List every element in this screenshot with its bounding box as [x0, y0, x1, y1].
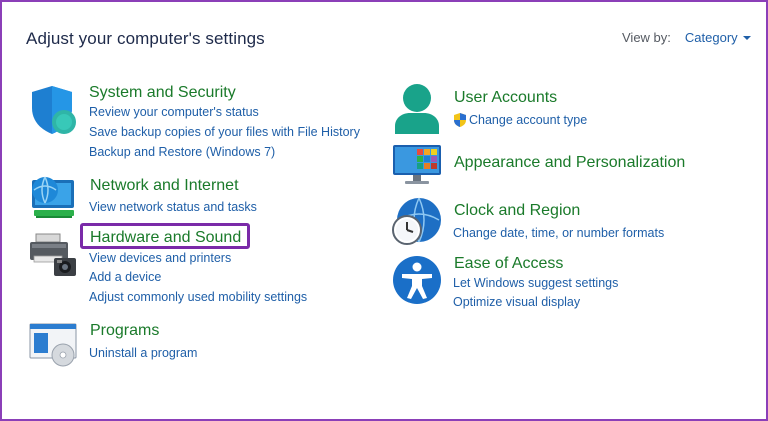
optimize-display-link[interactable]: Optimize visual display — [453, 295, 580, 309]
appearance-monitor-icon[interactable] — [391, 143, 443, 187]
suggest-settings-link[interactable]: Let Windows suggest settings — [453, 276, 618, 290]
date-time-formats-link[interactable]: Change date, time, or number formats — [453, 226, 664, 240]
uac-shield-icon — [453, 112, 467, 128]
appearance-title[interactable]: Appearance and Personalization — [454, 154, 685, 172]
chevron-down-icon — [742, 36, 751, 40]
network-globe-icon[interactable] — [28, 172, 78, 222]
clock-region-title[interactable]: Clock and Region — [454, 202, 580, 220]
control-panel-window: Adjust your computer's settings View by:… — [0, 0, 768, 421]
page-title: Adjust your computer's settings — [26, 29, 265, 48]
user-icon[interactable] — [392, 82, 442, 134]
devices-printers-link[interactable]: View devices and printers — [89, 251, 231, 265]
programs-title[interactable]: Programs — [90, 322, 159, 340]
view-by-dropdown[interactable]: Category — [685, 30, 751, 45]
ease-access-title[interactable]: Ease of Access — [454, 255, 563, 273]
uninstall-program-link[interactable]: Uninstall a program — [89, 346, 197, 360]
backup-restore-link[interactable]: Backup and Restore (Windows 7) — [89, 145, 275, 159]
add-device-link[interactable]: Add a device — [89, 270, 161, 284]
change-account-type-link[interactable]: Change account type — [469, 113, 587, 127]
accessibility-icon[interactable] — [391, 254, 443, 306]
system-security-title[interactable]: System and Security — [89, 84, 236, 102]
view-by-control: View by: Category — [622, 30, 751, 45]
view-by-value: Category — [684, 30, 738, 45]
clock-globe-icon[interactable] — [391, 196, 443, 248]
hardware-sound-highlight — [80, 223, 250, 249]
network-internet-title[interactable]: Network and Internet — [90, 177, 239, 195]
shield-icon[interactable] — [28, 84, 76, 136]
user-accounts-title[interactable]: User Accounts — [454, 89, 557, 107]
printer-camera-icon[interactable] — [28, 230, 78, 278]
programs-icon[interactable] — [28, 322, 78, 368]
mobility-settings-link[interactable]: Adjust commonly used mobility settings — [89, 290, 307, 304]
file-history-link[interactable]: Save backup copies of your files with Fi… — [89, 125, 360, 139]
network-status-link[interactable]: View network status and tasks — [89, 200, 257, 214]
review-status-link[interactable]: Review your computer's status — [89, 105, 259, 119]
view-by-label: View by: — [622, 30, 671, 45]
